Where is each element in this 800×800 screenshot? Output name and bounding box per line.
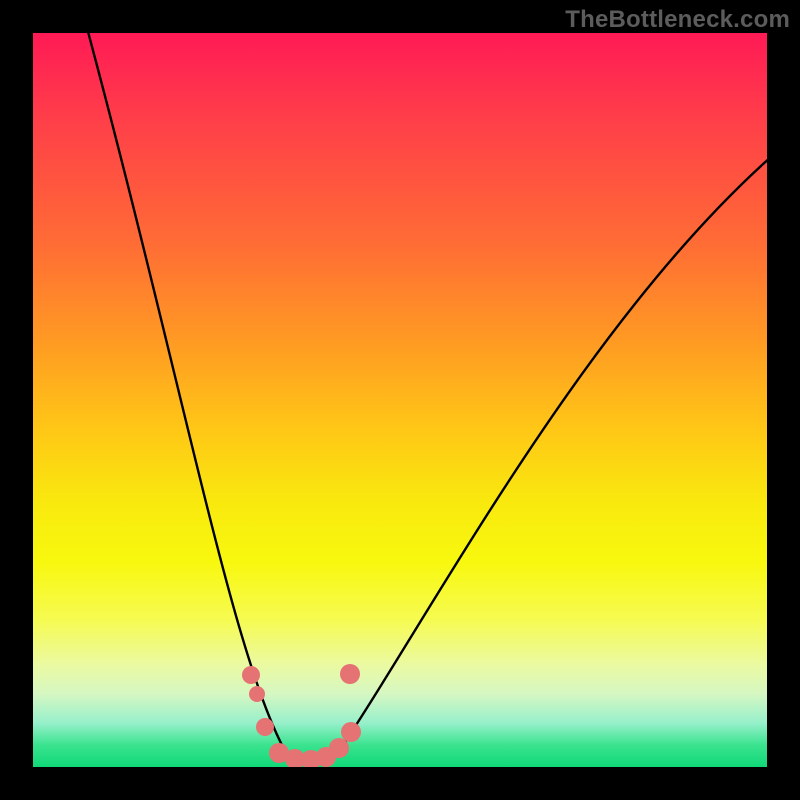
data-marker-7	[329, 738, 349, 758]
data-marker-2	[256, 718, 274, 736]
marker-layer	[242, 664, 361, 767]
data-marker-1	[249, 686, 265, 702]
chart-frame: TheBottleneck.com	[0, 0, 800, 800]
right-curve	[333, 138, 767, 760]
data-marker-8	[341, 722, 361, 742]
plot-area	[33, 33, 767, 767]
data-marker-9	[340, 664, 360, 684]
left-curve	[83, 33, 290, 760]
data-marker-0	[242, 666, 260, 684]
watermark-text: TheBottleneck.com	[565, 6, 790, 34]
curves-svg	[33, 33, 767, 767]
curve-layer	[83, 33, 767, 760]
